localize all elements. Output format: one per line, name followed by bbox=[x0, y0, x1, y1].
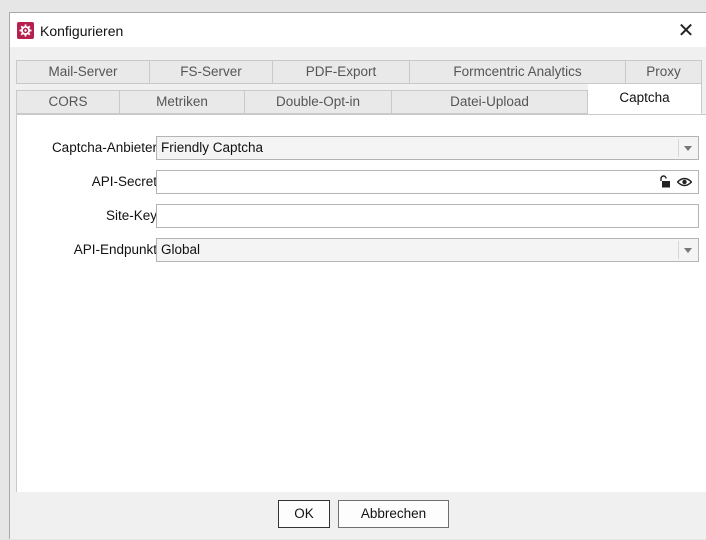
tab-captcha[interactable]: Captcha bbox=[588, 83, 702, 114]
tab-formcentric-analytics[interactable]: Formcentric Analytics bbox=[410, 60, 626, 84]
chevron-down-icon[interactable] bbox=[678, 241, 697, 259]
tab-row-bottom: CORS Metriken Double-Opt-in Datei-Upload… bbox=[16, 83, 702, 114]
chevron-down-icon[interactable] bbox=[678, 139, 697, 157]
secret-label: API-Secret bbox=[91, 174, 157, 189]
sitekey-label: Site-Key bbox=[105, 208, 157, 223]
tab-mail-server[interactable]: Mail-Server bbox=[16, 60, 150, 84]
gear-icon bbox=[17, 22, 34, 39]
configure-dialog: Konfigurieren ✕ Mail-Server FS-Server PD… bbox=[9, 12, 706, 539]
api-secret-field[interactable] bbox=[156, 170, 699, 194]
endpoint-row: API-Endpunkt Global bbox=[17, 238, 706, 262]
title-bar[interactable]: Konfigurieren ✕ bbox=[10, 13, 706, 47]
tab-metriken[interactable]: Metriken bbox=[120, 90, 245, 114]
close-icon[interactable]: ✕ bbox=[666, 13, 706, 47]
provider-label: Captcha-Anbieter bbox=[51, 140, 157, 155]
tab-row-top: Mail-Server FS-Server PDF-Export Formcen… bbox=[16, 60, 702, 84]
unlock-icon[interactable] bbox=[659, 175, 671, 188]
cancel-button[interactable]: Abbrechen bbox=[338, 500, 449, 528]
provider-select[interactable]: Friendly Captcha bbox=[156, 136, 699, 160]
site-key-field[interactable] bbox=[156, 204, 699, 228]
captcha-settings-panel: Captcha-Anbieter Friendly Captcha API-Se… bbox=[16, 114, 706, 492]
endpoint-label: API-Endpunkt bbox=[73, 242, 157, 257]
endpoint-select[interactable]: Global bbox=[156, 238, 699, 262]
secret-row: API-Secret bbox=[17, 170, 706, 194]
endpoint-value: Global bbox=[161, 242, 201, 257]
provider-row: Captcha-Anbieter Friendly Captcha bbox=[17, 136, 706, 160]
ok-button[interactable]: OK bbox=[278, 500, 330, 528]
tab-cors[interactable]: CORS bbox=[16, 90, 120, 114]
tab-fs-server[interactable]: FS-Server bbox=[150, 60, 273, 84]
window-title: Konfigurieren bbox=[40, 23, 124, 39]
tab-datei-upload[interactable]: Datei-Upload bbox=[392, 90, 588, 114]
provider-value: Friendly Captcha bbox=[161, 140, 264, 155]
eye-icon[interactable] bbox=[677, 177, 692, 187]
tab-proxy[interactable]: Proxy bbox=[626, 60, 702, 84]
tab-pdf-export[interactable]: PDF-Export bbox=[273, 60, 410, 84]
tab-double-opt-in[interactable]: Double-Opt-in bbox=[245, 90, 392, 114]
sitekey-row: Site-Key bbox=[17, 204, 706, 228]
dialog-footer: OK Abbrechen bbox=[10, 492, 706, 540]
